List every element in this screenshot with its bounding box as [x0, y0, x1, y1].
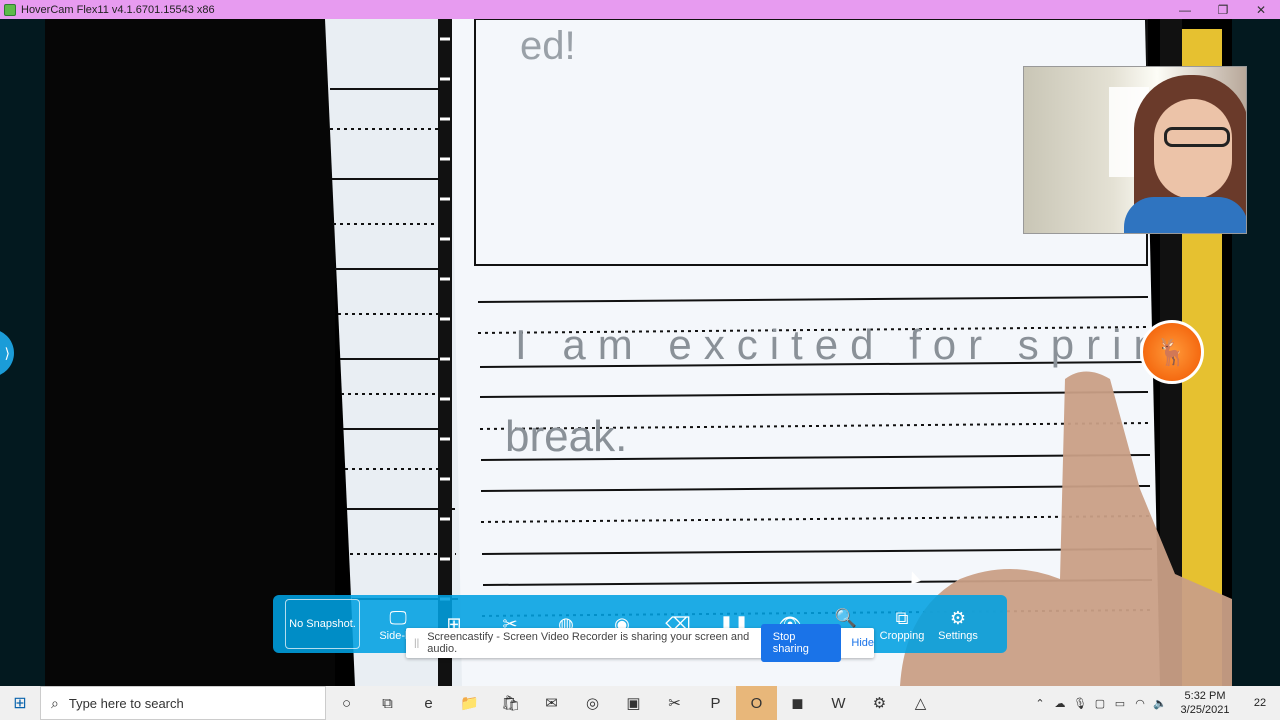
title-bar: HoverCam Flex11 v4.1.6701.15543 x86 — ❐ …	[0, 0, 1280, 19]
close-button[interactable]: ✕	[1242, 0, 1280, 19]
window-controls: — ❐ ✕	[1166, 0, 1280, 19]
taskbar-task-view-button[interactable]: ⧉	[367, 686, 408, 720]
hovercam-app-icon	[4, 3, 16, 16]
file-explorer-icon: 📁	[460, 695, 479, 712]
taskbar-cortana-button[interactable]: ○	[326, 686, 367, 720]
taskbar-outlook-button[interactable]: O	[736, 686, 777, 720]
taskbar: ⊞ ⌕ Type here to search ○ ⧉ e 📁 🛍 ✉ ◎ ▣ ✂ P O ◼ W ⚙ △ …	[0, 686, 1280, 720]
minimize-button[interactable]: —	[1166, 0, 1204, 19]
chrome-icon: ◎	[585, 695, 600, 712]
volume-icon[interactable]: 🔈	[1150, 697, 1170, 710]
word-icon: W	[831, 694, 846, 712]
webcam-person-glasses	[1164, 127, 1230, 147]
taskbar-chrome-button[interactable]: ◎	[572, 686, 613, 720]
show-hidden-icons-icon[interactable]: ⌃	[1030, 697, 1050, 710]
onedrive-icon[interactable]: ☁	[1050, 697, 1070, 710]
powerpoint-icon: P	[710, 694, 721, 712]
webcam-person-shirt	[1124, 197, 1246, 233]
cortana-icon: ○	[341, 694, 352, 712]
tool-settings-button[interactable]: ⚙ Settings	[930, 598, 986, 650]
wifi-icon[interactable]: ◠	[1130, 697, 1150, 710]
mail-icon: ✉	[545, 695, 558, 712]
share-message: Screencastify - Screen Video Recorder is…	[427, 631, 750, 655]
drag-handle-icon[interactable]: ||	[414, 638, 419, 649]
clock-time: 5:32 PM	[1184, 690, 1226, 702]
windows-logo-icon: ⊞	[13, 695, 27, 712]
settings-icon: ⚙	[949, 608, 967, 628]
taskbar-file-explorer-button[interactable]: 📁	[449, 686, 490, 720]
taskbar-clock[interactable]: 5:32 PM 3/25/2021	[1170, 689, 1240, 717]
deer-icon: 🦌	[1155, 336, 1189, 367]
webcam-preview	[1023, 66, 1247, 234]
handwriting-line-1: I am excited for spring	[515, 321, 1204, 368]
taskbar-zoom-app-button[interactable]: ◼	[777, 686, 818, 720]
battery-icon[interactable]: ▭	[1110, 697, 1130, 710]
crop-icon: ⧉	[895, 608, 909, 628]
edge-icon: e	[424, 694, 433, 712]
tool-label: Settings	[938, 630, 978, 642]
taskbar-search[interactable]: ⌕ Type here to search	[40, 686, 326, 720]
microphone-icon[interactable]: 🎙	[1070, 697, 1090, 710]
stop-sharing-button[interactable]: Stop sharing	[760, 624, 842, 662]
taskbar-store-button[interactable]: 🛍	[490, 686, 531, 720]
zoom-app-icon: ◼	[791, 695, 804, 712]
window-title: HoverCam Flex11 v4.1.6701.15543 x86	[21, 3, 215, 16]
search-icon: ⌕	[51, 694, 59, 711]
side-by-side-icon: 🖵	[389, 608, 407, 628]
camera-viewer: ed! I am excited for spring break. ⟩ 🦌	[0, 19, 1280, 686]
start-button[interactable]: ⊞	[0, 686, 40, 720]
tool-crop-button[interactable]: ⧉ Cropping	[874, 598, 930, 650]
snipping-icon: ✂	[668, 695, 681, 712]
taskbar-mail-button[interactable]: ✉	[531, 686, 572, 720]
taskbar-word-button[interactable]: W	[818, 686, 859, 720]
taskbar-powerpoint-button[interactable]: P	[695, 686, 736, 720]
taskbar-edge-button[interactable]: e	[408, 686, 449, 720]
clock-date: 3/25/2021	[1180, 704, 1230, 716]
paint-icon: △	[914, 695, 927, 712]
store-icon: 🛍	[500, 695, 521, 712]
hide-button[interactable]: Hide	[851, 637, 874, 649]
system-tray: ⌃ ☁ 🎙 ▢ ▭ ◠ 🔈 5:32 PM 3/25/2021 22	[1030, 686, 1280, 720]
search-placeholder: Type here to search	[68, 695, 184, 711]
top-text-fragment: ed!	[520, 24, 576, 68]
task-view-icon: ⧉	[382, 694, 393, 712]
maximize-button[interactable]: ❐	[1204, 0, 1242, 19]
tool-label: Cropping	[879, 630, 925, 642]
action-center-button[interactable]: 22	[1240, 686, 1280, 720]
snapshot-panel[interactable]: No Snapshot.	[285, 599, 360, 649]
flex-deer-button[interactable]: 🦌	[1140, 320, 1204, 384]
hovercam-icon: ▣	[626, 695, 641, 712]
taskbar-apps: ○ ⧉ e 📁 🛍 ✉ ◎ ▣ ✂ P O ◼ W ⚙ △	[326, 686, 941, 720]
handwriting-line-2: break.	[505, 412, 627, 461]
screen-share-notification: || Screencastify - Screen Video Recorder…	[406, 624, 874, 662]
settings-app-icon: ⚙	[872, 695, 887, 712]
taskbar-paint-button[interactable]: △	[900, 686, 941, 720]
taskbar-hovercam-button[interactable]: ▣	[613, 686, 654, 720]
webcam-person-face	[1154, 99, 1232, 199]
notification-count: 22	[1253, 697, 1267, 709]
outlook-icon: O	[750, 694, 763, 712]
taskbar-snipping-button[interactable]: ✂	[654, 686, 695, 720]
taskbar-settings-app-button[interactable]: ⚙	[859, 686, 900, 720]
meet-now-icon[interactable]: ▢	[1090, 697, 1110, 710]
